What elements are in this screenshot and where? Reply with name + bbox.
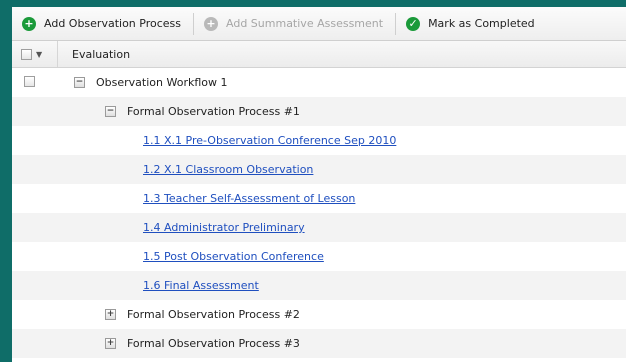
check-circle-icon: ✓ — [406, 16, 421, 31]
step-link[interactable]: 1.1 X.1 Pre-Observation Conference Sep 2… — [143, 134, 396, 147]
process-label: Formal Observation Process #3 — [127, 337, 300, 350]
add-observation-process-button[interactable]: + Add Observation Process — [12, 7, 193, 40]
add-summative-assessment-button[interactable]: + Add Summative Assessment — [194, 7, 395, 40]
grid-header: ▼ Evaluation — [12, 41, 626, 68]
expand-icon[interactable]: + — [105, 309, 116, 320]
process-label: Formal Observation Process #1 — [127, 105, 300, 118]
tree-row[interactable]: 1.4 Administrator Preliminary — [12, 213, 626, 242]
tree-row[interactable]: 1.1 X.1 Pre-Observation Conference Sep 2… — [12, 126, 626, 155]
tree-row[interactable]: − Formal Observation Process #1 — [12, 97, 626, 126]
tree-row[interactable]: + Formal Observation Process #3 — [12, 329, 626, 358]
select-all-control[interactable]: ▼ — [12, 41, 58, 67]
process-label: Formal Observation Process #2 — [127, 308, 300, 321]
tree-row[interactable]: − Observation Workflow 1 — [12, 68, 626, 97]
evaluation-tree: − Observation Workflow 1− Formal Observati… — [12, 68, 626, 358]
tree-row[interactable]: + Formal Observation Process #2 — [12, 300, 626, 329]
tree-row[interactable]: 1.3 Teacher Self-Assessment of Lesson — [12, 184, 626, 213]
toolbar: + Add Observation Process + Add Summativ… — [12, 7, 626, 41]
plus-circle-icon: + — [22, 16, 36, 31]
evaluation-column-header[interactable]: Evaluation — [58, 48, 130, 61]
step-link[interactable]: 1.2 X.1 Classroom Observation — [143, 163, 313, 176]
collapse-icon[interactable]: − — [74, 77, 85, 88]
select-all-checkbox[interactable] — [21, 48, 32, 60]
tree-row[interactable]: 1.5 Post Observation Conference — [12, 242, 626, 271]
add-observation-process-label: Add Observation Process — [44, 17, 182, 30]
row-checkbox[interactable] — [24, 76, 35, 87]
tree-row[interactable]: 1.6 Final Assessment — [12, 271, 626, 300]
mark-as-completed-button[interactable]: ✓ Mark as Completed — [396, 7, 547, 40]
workflow-label: Observation Workflow 1 — [96, 76, 228, 89]
evaluation-panel: + Add Observation Process + Add Summativ… — [12, 7, 626, 362]
step-link[interactable]: 1.6 Final Assessment — [143, 279, 259, 292]
step-link[interactable]: 1.5 Post Observation Conference — [143, 250, 324, 263]
collapse-icon[interactable]: − — [105, 106, 116, 117]
add-summative-assessment-label: Add Summative Assessment — [226, 17, 384, 30]
chevron-down-icon[interactable]: ▼ — [36, 50, 42, 59]
step-link[interactable]: 1.4 Administrator Preliminary — [143, 221, 305, 234]
expand-icon[interactable]: + — [105, 338, 116, 349]
mark-as-completed-label: Mark as Completed — [428, 17, 535, 30]
tree-row[interactable]: 1.2 X.1 Classroom Observation — [12, 155, 626, 184]
plus-circle-icon: + — [204, 16, 219, 31]
step-link[interactable]: 1.3 Teacher Self-Assessment of Lesson — [143, 192, 355, 205]
